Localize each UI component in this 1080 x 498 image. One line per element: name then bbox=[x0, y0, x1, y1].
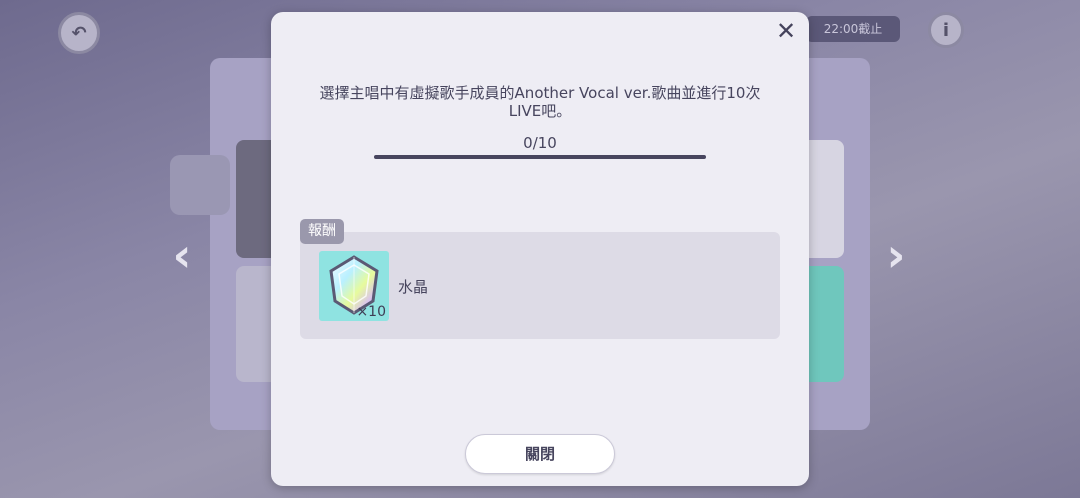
reward-panel: ×10 水晶 bbox=[300, 232, 780, 339]
reward-item-tile[interactable]: ×10 bbox=[319, 251, 389, 321]
close-button[interactable]: 關閉 bbox=[465, 434, 615, 474]
item-name: 水晶 bbox=[398, 278, 429, 296]
event-deadline-pill: 22:00截止 bbox=[806, 16, 900, 42]
mission-dialog: ✕ 選擇主唱中有虛擬歌手成員的Another Vocal ver.歌曲並進行10… bbox=[271, 12, 809, 486]
back-icon: ↶ bbox=[58, 12, 100, 54]
mission-description: 選擇主唱中有虛擬歌手成員的Another Vocal ver.歌曲並進行10次L… bbox=[319, 84, 761, 120]
item-quantity: ×10 bbox=[356, 304, 386, 320]
info-icon: i bbox=[928, 12, 964, 48]
background-tile bbox=[170, 155, 230, 215]
progress-bar bbox=[374, 155, 706, 159]
close-icon[interactable]: ✕ bbox=[771, 16, 801, 46]
next-arrow-icon: › bbox=[886, 228, 906, 282]
progress-label: 0/10 bbox=[523, 134, 557, 152]
prev-arrow-icon: ‹ bbox=[172, 228, 192, 282]
reward-tag: 報酬 bbox=[300, 219, 344, 244]
